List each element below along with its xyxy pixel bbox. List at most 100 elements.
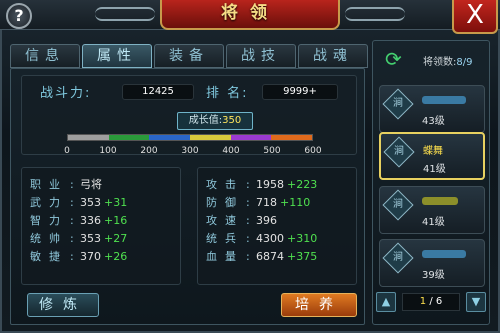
general-level: 41级 <box>422 217 445 228</box>
general-card[interactable]: 涧 43级 <box>379 85 485 133</box>
general-level: 43级 <box>422 116 445 127</box>
stat-bonus: +310 <box>287 231 318 245</box>
attributes-panel: 战斗力: 12425 排 名: 9999+ 成长值:350 0 100 200 300… <box>10 68 365 325</box>
stat-label: 防御 <box>206 196 244 209</box>
growth-bar <box>67 134 313 141</box>
refresh-icon[interactable]: ⟳ <box>385 47 402 71</box>
page-up-icon[interactable]: ▲ <box>376 292 396 312</box>
stat-bonus: +16 <box>104 213 128 227</box>
growth-segment <box>108 135 150 140</box>
growth-tick-label: 0 <box>64 146 70 156</box>
general-name: 蝶舞 <box>423 146 443 157</box>
stat-label: 统兵 <box>206 232 244 245</box>
general-count: 将领数:8/9 <box>423 53 472 68</box>
rank-label: 排 名: <box>206 86 249 101</box>
train-button[interactable]: 培养 <box>281 293 357 317</box>
stat-value: 1958 <box>256 177 284 191</box>
title-bar: ? 将领 X <box>0 0 500 34</box>
stat-value: 6874 <box>256 249 284 263</box>
power-value: 12425 <box>122 84 194 100</box>
general-list-panel: ⟳ 将领数:8/9 涧 43级 涧 蝶舞 41级 涧 41级 涧 39级 <box>372 40 490 325</box>
stat-value: 336 <box>80 213 101 227</box>
page-indicator: 1 / 6 <box>402 293 460 311</box>
profession-row: 职业: 弓将 <box>30 177 102 192</box>
refine-button[interactable]: 修炼 <box>27 293 99 317</box>
tab-skills[interactable]: 战技 <box>226 44 296 68</box>
general-card-selected[interactable]: 涧 蝶舞 41级 <box>379 132 485 180</box>
growth-segment <box>189 135 231 140</box>
stat-value: 370 <box>80 249 101 263</box>
stat-value: 396 <box>256 213 277 227</box>
stat-bonus: +375 <box>287 249 318 263</box>
stat-bonus: +31 <box>104 195 128 209</box>
page-total: / 6 <box>429 296 443 307</box>
base-stats-panel: 职业: 弓将 武力:353 +31 智力:336 +16 统帅:353 +27 敏捷:3… <box>21 167 181 285</box>
page-down-icon[interactable]: ▼ <box>466 292 486 312</box>
stat-label: 统帅 <box>30 232 68 245</box>
stat-bonus: +110 <box>280 195 311 209</box>
general-badge-icon: 涧 <box>382 242 414 274</box>
stat-row: 攻速:396 <box>206 213 277 228</box>
stat-label: 血量 <box>206 250 244 263</box>
growth-segment <box>68 135 109 140</box>
growth-tick-label: 300 <box>181 146 199 156</box>
growth-tick-label: 200 <box>140 146 158 156</box>
stat-value: 353 <box>80 195 101 209</box>
stat-bonus: +223 <box>287 177 318 191</box>
growth-segment <box>230 135 272 140</box>
tab-info[interactable]: 信息 <box>10 44 80 68</box>
stat-label: 智力 <box>30 214 68 227</box>
stat-bonus: +26 <box>104 249 128 263</box>
tab-bar: 信息 属性 装备 战技 战魂 <box>10 44 368 68</box>
growth-segment <box>271 135 312 140</box>
help-button[interactable]: ? <box>6 3 32 29</box>
stat-row: 统帅:353 +27 <box>30 231 128 246</box>
badge-text: 涧 <box>393 98 403 109</box>
general-badge-icon: 涧 <box>383 136 415 168</box>
growth-tick-label: 100 <box>99 146 117 156</box>
window-title: 将领 <box>160 0 340 30</box>
stat-bonus: +27 <box>104 231 128 245</box>
growth-value: 350 <box>222 115 242 126</box>
growth-tooltip: 成长值:350 <box>177 112 253 130</box>
stat-row: 敏捷:370 +26 <box>30 249 128 264</box>
stat-value: 弓将 <box>80 178 102 191</box>
stat-value: 718 <box>256 195 277 209</box>
stat-row: 武力:353 +31 <box>30 195 128 210</box>
stat-row: 统兵:4300 +310 <box>206 231 318 246</box>
growth-tick-label: 600 <box>304 146 322 156</box>
stat-row: 血量:6874 +375 <box>206 249 318 264</box>
general-card[interactable]: 涧 41级 <box>379 186 485 234</box>
general-count-value: 8/9 <box>456 57 473 68</box>
stat-value: 353 <box>80 231 101 245</box>
general-card[interactable]: 涧 39级 <box>379 239 485 287</box>
growth-segment <box>149 135 190 140</box>
general-badge-icon: 涧 <box>382 88 414 120</box>
general-badge-icon: 涧 <box>382 189 414 221</box>
ornament-right-icon <box>345 7 405 21</box>
general-name <box>422 94 466 104</box>
badge-text: 涧 <box>393 252 403 263</box>
general-name <box>422 248 466 258</box>
stat-label: 武力 <box>30 196 68 209</box>
pager: ▲ 1 / 6 ▼ <box>372 292 490 314</box>
ornament-left-icon <box>95 7 155 21</box>
general-name <box>422 195 458 205</box>
stat-row: 智力:336 +16 <box>30 213 128 228</box>
badge-text: 涧 <box>393 199 403 210</box>
page-current: 1 <box>419 296 427 307</box>
power-box: 战斗力: 12425 排 名: 9999+ 成长值:350 0 100 200 300… <box>21 75 357 156</box>
general-level: 39级 <box>422 270 445 281</box>
tab-equipment[interactable]: 装备 <box>154 44 224 68</box>
growth-label: 成长值: <box>188 115 223 126</box>
stat-value: 4300 <box>256 231 284 245</box>
stat-label: 攻击 <box>206 178 244 191</box>
badge-text: 涧 <box>394 146 404 157</box>
general-level: 41级 <box>423 164 446 175</box>
growth-tick-label: 400 <box>222 146 240 156</box>
general-count-label: 将领数: <box>423 57 457 68</box>
power-label: 战斗力: <box>40 86 92 101</box>
tab-attributes[interactable]: 属性 <box>82 44 152 68</box>
tab-soul[interactable]: 战魂 <box>298 44 368 68</box>
close-button[interactable]: X <box>452 0 498 34</box>
